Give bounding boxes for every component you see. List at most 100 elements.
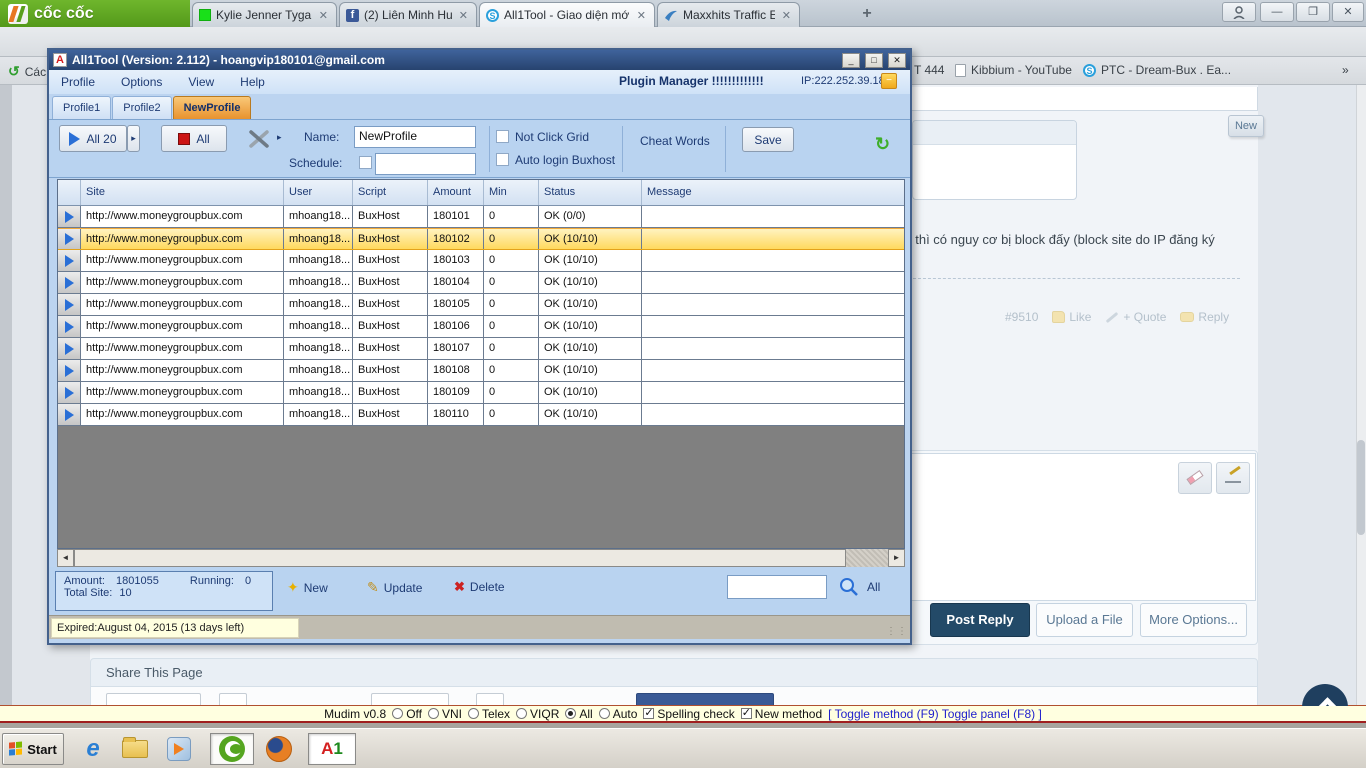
window-title-bar[interactable]: A All1Tool (Version: 2.112) - hoangvip18…	[49, 50, 910, 70]
schedule-input[interactable]	[375, 153, 476, 175]
taskbar-mediaplayer-icon[interactable]	[162, 733, 196, 765]
mudim-radio-all[interactable]: All	[565, 707, 593, 721]
stop-all-button[interactable]: All	[161, 125, 227, 152]
close-icon[interactable]: ✕	[457, 9, 470, 22]
table-row[interactable]: http://www.moneygroupbux.com mhoang18... B…	[58, 206, 904, 228]
search-all-label[interactable]: All	[867, 580, 880, 594]
new-button[interactable]: ✦ New	[287, 579, 328, 596]
mudim-check-new-method[interactable]: New method	[740, 706, 822, 721]
mudim-radio-auto[interactable]: Auto	[598, 707, 637, 721]
bookmark-kibbium[interactable]: Kibbium - YouTube	[955, 63, 1072, 77]
coccoc-logo[interactable]: cốc cốc	[0, 0, 190, 27]
upload-file-button[interactable]: Upload a File	[1036, 603, 1133, 637]
plugin-manager-label[interactable]: Plugin Manager !!!!!!!!!!!!!	[619, 74, 764, 88]
like-button[interactable]: Like	[1052, 310, 1091, 324]
browser-tab-facebook[interactable]: f (2) Liên Minh Huyền Thoại G ✕	[339, 2, 477, 27]
profile-person-button[interactable]	[1222, 2, 1256, 22]
minimize-button[interactable]: —	[1260, 2, 1294, 22]
bookmark-t444[interactable]: T 444	[914, 63, 944, 77]
refresh-icon[interactable]: ↻	[875, 134, 890, 155]
row-play-button[interactable]	[58, 316, 81, 337]
menu-view[interactable]: View	[188, 75, 214, 89]
run-all-button[interactable]: All 20	[59, 125, 127, 152]
taskbar-ie-icon[interactable]: e	[76, 733, 110, 765]
auto-login-checkbox[interactable]	[496, 153, 509, 166]
browser-tab-maxxhits[interactable]: Maxxhits Traffic Exchange ✕	[657, 2, 800, 27]
table-row[interactable]: http://www.moneygroupbux.com mhoang18... B…	[58, 404, 904, 426]
row-play-button[interactable]	[58, 360, 81, 381]
plugin-minimize-button[interactable]: −	[881, 73, 897, 89]
column-header[interactable]: Status	[539, 180, 642, 205]
table-row[interactable]: http://www.moneygroupbux.com mhoang18... B…	[58, 294, 904, 316]
taskbar-all1tool-button[interactable]: A1	[308, 733, 356, 765]
mudim-radio-viqr[interactable]: VIQR	[516, 707, 559, 721]
reply-button[interactable]: Reply	[1180, 310, 1229, 324]
close-icon[interactable]: ✕	[635, 9, 648, 22]
draft-tool-button[interactable]	[1216, 462, 1250, 494]
quote-button[interactable]: + Quote	[1105, 310, 1166, 324]
new-badge[interactable]: New	[1228, 115, 1264, 137]
table-row[interactable]: http://www.moneygroupbux.com mhoang18... B…	[58, 250, 904, 272]
column-header[interactable]: Message	[642, 180, 904, 205]
bookmark-ptc[interactable]: S PTC - Dream-Bux . Ea...	[1083, 63, 1231, 77]
tools-wrench-icon[interactable]	[247, 128, 273, 150]
table-row[interactable]: http://www.moneygroupbux.com mhoang18... B…	[58, 316, 904, 338]
resize-grip[interactable]: ⋮⋮	[886, 626, 908, 637]
window-close-button[interactable]: ✕	[888, 52, 906, 68]
table-row[interactable]: http://www.moneygroupbux.com mhoang18... B…	[58, 338, 904, 360]
window-maximize-button[interactable]: □	[865, 52, 883, 68]
row-play-button[interactable]	[58, 338, 81, 359]
column-header[interactable]: Script	[353, 180, 428, 205]
update-button[interactable]: ✎ Update	[367, 579, 422, 596]
name-input[interactable]: NewProfile	[354, 126, 476, 148]
bookmark-cac[interactable]: ↺ Các	[8, 63, 46, 80]
search-magnifier-icon[interactable]	[839, 577, 859, 597]
page-scrollbar-thumb[interactable]	[1357, 440, 1365, 535]
delete-button[interactable]: ✖ Delete	[454, 579, 505, 595]
maximize-button[interactable]: ❐	[1296, 2, 1330, 22]
schedule-checkbox[interactable]	[359, 156, 372, 169]
window-minimize-button[interactable]: _	[842, 52, 860, 68]
profile-tab-profile1[interactable]: Profile1	[52, 96, 112, 119]
close-button[interactable]: ✕	[1332, 2, 1364, 22]
save-button[interactable]: Save	[742, 127, 794, 152]
row-play-button[interactable]	[58, 272, 81, 293]
scroll-right-arrow[interactable]: ►	[888, 549, 905, 567]
table-row[interactable]: http://www.moneygroupbux.com mhoang18... B…	[58, 228, 904, 250]
mudim-radio-vni[interactable]: VNI	[427, 707, 462, 721]
menu-options[interactable]: Options	[121, 75, 162, 89]
mudim-check-spelling-check[interactable]: Spelling check	[643, 706, 735, 721]
post-reply-button[interactable]: Post Reply	[930, 603, 1030, 637]
row-play-button[interactable]	[58, 206, 81, 227]
row-play-button[interactable]	[58, 404, 81, 425]
column-header[interactable]: Amount	[428, 180, 484, 205]
menu-profile[interactable]: Profile	[61, 75, 95, 89]
search-input[interactable]	[727, 575, 827, 599]
row-play-button[interactable]	[58, 294, 81, 315]
table-row[interactable]: http://www.moneygroupbux.com mhoang18... B…	[58, 272, 904, 294]
more-options-button[interactable]: More Options...	[1140, 603, 1247, 637]
profile-tab-newprofile[interactable]: NewProfile	[172, 96, 252, 119]
browser-tab-kylie[interactable]: Kylie Jenner Tyga Dance P1 ✕	[192, 2, 337, 27]
taskbar-coccoc-button[interactable]	[210, 733, 254, 765]
scroll-left-arrow[interactable]: ◄	[57, 549, 74, 567]
page-scrollbar[interactable]	[1356, 85, 1366, 706]
horizontal-scrollbar[interactable]: ◄ ►	[57, 549, 905, 567]
scrollbar-thumb[interactable]	[74, 549, 846, 567]
tools-dropdown-icon[interactable]: ▸	[277, 132, 282, 143]
taskbar-explorer-icon[interactable]	[118, 733, 152, 765]
cheat-words-link[interactable]: Cheat Words	[640, 134, 710, 148]
taskbar-firefox-icon[interactable]	[262, 733, 296, 765]
column-header[interactable]: Min	[484, 180, 539, 205]
bookmarks-overflow-button[interactable]: »	[1342, 63, 1349, 77]
row-play-button[interactable]	[58, 382, 81, 403]
column-header[interactable]: Site	[81, 180, 284, 205]
mudim-radio-off[interactable]: Off	[392, 707, 422, 721]
mudim-toggle-links[interactable]: [ Toggle method (F9) Toggle panel (F8) ]	[828, 707, 1042, 721]
new-tab-button[interactable]: +	[856, 4, 878, 24]
table-row[interactable]: http://www.moneygroupbux.com mhoang18... B…	[58, 360, 904, 382]
table-row[interactable]: http://www.moneygroupbux.com mhoang18... B…	[58, 382, 904, 404]
not-click-grid-checkbox[interactable]	[496, 130, 509, 143]
close-icon[interactable]: ✕	[317, 9, 330, 22]
row-play-button[interactable]	[58, 229, 81, 249]
